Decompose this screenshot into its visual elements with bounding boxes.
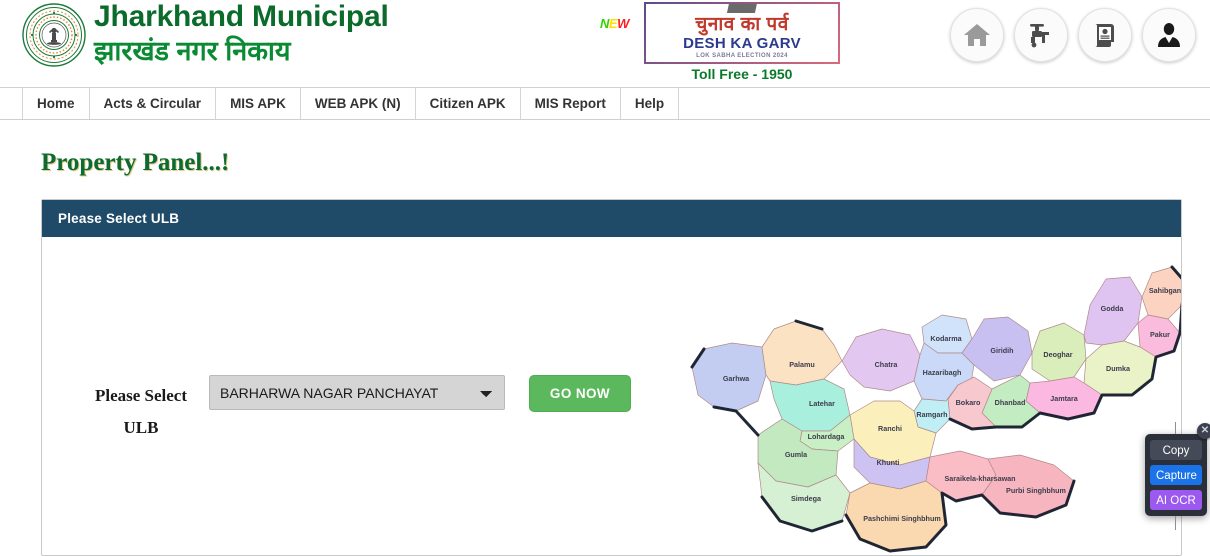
district-label: Ramgarh — [916, 410, 947, 419]
main-navigation: Home Acts & Circular MIS APK WEB APK (N)… — [0, 88, 1210, 120]
toolbar-stem-top — [1175, 422, 1176, 434]
go-now-button[interactable]: GO NOW — [529, 375, 631, 412]
toolbar-stem-bottom — [1175, 516, 1176, 530]
jharkhand-district-map: Garhwa Palamu Latehar Chatra Kodarma Haz… — [674, 249, 1181, 555]
district-label: Kodarma — [930, 334, 962, 343]
poster-english-text: DESH KA GARV — [683, 35, 801, 52]
district-label: Simdega — [791, 494, 822, 503]
site-title-english: Jharkhand Municipal — [94, 0, 389, 33]
district-label: Bokaro — [956, 398, 981, 407]
nav-item-mis-report[interactable]: MIS Report — [521, 88, 621, 119]
nav-item-acts-circular[interactable]: Acts & Circular — [90, 88, 217, 119]
ulb-form-row: Please Select ULB BARHARWA NAGAR PANCHAY… — [87, 375, 631, 445]
district-label: Pakur — [1150, 330, 1170, 339]
district-label: Dhanbad — [995, 398, 1026, 407]
panel-body: Please Select ULB BARHARWA NAGAR PANCHAY… — [42, 237, 1181, 555]
page-content: Property Panel...! Please Select ULB Ple… — [0, 149, 1210, 556]
header-icon-group — [950, 8, 1196, 62]
election-poster: चुनाव का पर्व DESH KA GARV LOK SABHA ELE… — [644, 2, 840, 64]
copy-button[interactable]: Copy — [1150, 440, 1202, 460]
poster-subtitle: LOK SABHA ELECTION 2024 — [696, 53, 788, 59]
water-tap-icon[interactable] — [1014, 8, 1068, 62]
ai-ocr-button[interactable]: AI OCR — [1150, 490, 1202, 510]
district-label: Jamtara — [1050, 394, 1079, 403]
floating-capture-toolbar: ✕ Copy Capture AI OCR — [1145, 422, 1210, 530]
district-label: Ranchi — [878, 424, 902, 433]
panel-header-title: Please Select ULB — [42, 200, 1181, 237]
nav-item-home[interactable]: Home — [22, 88, 90, 119]
nav-item-help[interactable]: Help — [621, 88, 680, 119]
evm-machine-icon — [726, 4, 758, 15]
district-label: Giridih — [990, 346, 1013, 355]
capture-button[interactable]: Capture — [1150, 465, 1202, 485]
brand-block: Jharkhand Municipal झारखंड नगर निकाय — [22, 0, 389, 67]
election-banner: NEW चुनाव का पर्व DESH KA GARV LOK SABHA… — [598, 2, 858, 84]
page-title: Property Panel...! — [41, 149, 230, 176]
district-label: Latehar — [809, 399, 835, 408]
close-icon[interactable]: ✕ — [1197, 423, 1210, 439]
user-icon[interactable] — [1142, 8, 1196, 62]
district-label: Gumla — [785, 450, 808, 459]
district-label: Garhwa — [723, 374, 750, 383]
district-label: Khunti — [877, 458, 900, 467]
ulb-select-dropdown[interactable]: BARHARWA NAGAR PANCHAYAT — [209, 375, 505, 410]
district-label: Lohardaga — [808, 432, 846, 441]
site-title-hindi: झारखंड नगर निकाय — [94, 36, 291, 66]
nav-item-citizen-apk[interactable]: Citizen APK — [416, 88, 521, 119]
district-label: Godda — [1101, 304, 1125, 313]
district-label: Hazaribagh — [923, 368, 962, 377]
new-badge: NEW — [600, 16, 629, 31]
district-label: Saraikela-kharsawan — [944, 474, 1015, 483]
ulb-select-label: Please Select ULB — [94, 386, 188, 438]
district-label: Pashchimi Singhbhum — [863, 514, 940, 523]
district-label: Purbi Singhbhum — [1006, 486, 1066, 495]
district-label: Deoghar — [1043, 350, 1072, 359]
district-label: Dumka — [1106, 364, 1131, 373]
nav-item-web-apk[interactable]: WEB APK (N) — [301, 88, 416, 119]
nav-item-mis-apk[interactable]: MIS APK — [216, 88, 301, 119]
toll-free-number: Toll Free - 1950 — [691, 66, 793, 82]
district-label: Chatra — [875, 360, 899, 369]
ulb-selection-panel: Please Select ULB Please Select ULB BARH… — [41, 199, 1182, 556]
home-icon[interactable] — [950, 8, 1004, 62]
district-label: Sahibganj — [1149, 286, 1181, 295]
site-header: Jharkhand Municipal झारखंड नगर निकाय NEW… — [0, 0, 1210, 88]
certificate-icon[interactable] — [1078, 8, 1132, 62]
jharkhand-government-emblem-icon — [22, 3, 86, 67]
poster-hindi-text: चुनाव का पर्व — [695, 14, 789, 35]
district-label: Palamu — [789, 360, 815, 369]
